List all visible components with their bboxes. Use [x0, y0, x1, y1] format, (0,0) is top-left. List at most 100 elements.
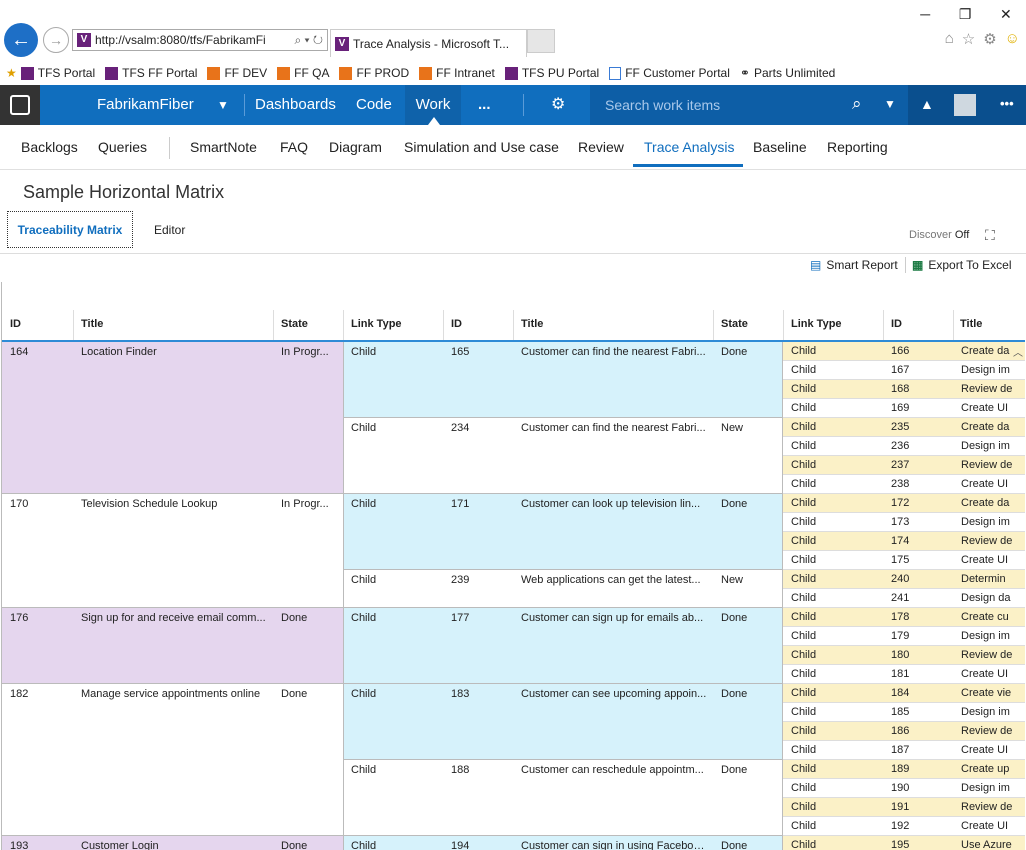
- task-title[interactable]: Review de: [961, 649, 1023, 661]
- task-link-type[interactable]: Child: [791, 763, 876, 775]
- task-link-type[interactable]: Child: [791, 782, 876, 794]
- task-title[interactable]: Review de: [961, 535, 1023, 547]
- column-header[interactable]: Title: [521, 318, 543, 330]
- task-title[interactable]: Use Azure: [961, 839, 1023, 850]
- task-id[interactable]: 187: [891, 744, 946, 756]
- close-icon[interactable]: ✕: [1000, 6, 1012, 26]
- task-id[interactable]: 181: [891, 668, 946, 680]
- task-title[interactable]: Create da: [961, 421, 1023, 433]
- task-id[interactable]: 241: [891, 592, 946, 604]
- feature-title[interactable]: Manage service appointments online: [81, 688, 269, 700]
- task-id[interactable]: 169: [891, 402, 946, 414]
- export-excel-button[interactable]: ▦ Export To Excel: [912, 258, 1012, 272]
- pbi-link-type[interactable]: Child: [351, 612, 436, 624]
- task-title[interactable]: Review de: [961, 383, 1023, 395]
- back-button[interactable]: ←: [4, 23, 38, 57]
- chevron-down-icon[interactable]: ▼: [217, 85, 229, 125]
- task-link-type[interactable]: Child: [791, 402, 876, 414]
- column-header[interactable]: ID: [10, 318, 21, 330]
- task-title[interactable]: Create UI: [961, 554, 1023, 566]
- fav-ff-qa[interactable]: FF QA: [277, 66, 329, 80]
- feature-id[interactable]: 193: [10, 840, 70, 850]
- task-link-type[interactable]: Child: [791, 535, 876, 547]
- column-header[interactable]: Title: [960, 318, 982, 330]
- pbi-title[interactable]: Web applications can get the latest...: [521, 574, 707, 586]
- tfs-logo-icon[interactable]: [0, 85, 40, 125]
- pbi-link-type[interactable]: Child: [351, 764, 436, 776]
- search-icon[interactable]: ⌕: [852, 94, 862, 114]
- minimize-icon[interactable]: ─: [920, 6, 930, 26]
- pbi-state[interactable]: Done: [721, 498, 779, 510]
- task-id[interactable]: 190: [891, 782, 946, 794]
- task-id[interactable]: 174: [891, 535, 946, 547]
- pbi-title[interactable]: Customer can sign up for emails ab...: [521, 612, 707, 624]
- task-link-type[interactable]: Child: [791, 687, 876, 699]
- fav-ff-customer-portal[interactable]: FF Customer Portal: [609, 66, 730, 80]
- tab-review[interactable]: Review: [578, 139, 624, 155]
- pbi-id[interactable]: 239: [451, 574, 506, 586]
- column-header[interactable]: State: [281, 318, 308, 330]
- task-id[interactable]: 191: [891, 801, 946, 813]
- pbi-id[interactable]: 177: [451, 612, 506, 624]
- star-icon[interactable]: ☆: [962, 30, 975, 50]
- task-link-type[interactable]: Child: [791, 630, 876, 642]
- fav-ff-intranet[interactable]: FF Intranet: [419, 66, 495, 80]
- task-title[interactable]: Create UI: [961, 402, 1023, 414]
- task-link-type[interactable]: Child: [791, 478, 876, 490]
- feature-id[interactable]: 164: [10, 346, 70, 358]
- task-title[interactable]: Create vie: [961, 687, 1023, 699]
- task-id[interactable]: 166: [891, 345, 946, 357]
- task-id[interactable]: 237: [891, 459, 946, 471]
- nav-more[interactable]: ...: [478, 85, 491, 125]
- home-icon[interactable]: ⌂: [945, 30, 954, 50]
- pbi-link-type[interactable]: Child: [351, 422, 436, 434]
- task-link-type[interactable]: Child: [791, 649, 876, 661]
- task-link-type[interactable]: Child: [791, 383, 876, 395]
- tab-diagram[interactable]: Diagram: [329, 139, 382, 155]
- task-title[interactable]: Create cu: [961, 611, 1023, 623]
- task-link-type[interactable]: Child: [791, 725, 876, 737]
- task-link-type[interactable]: Child: [791, 744, 876, 756]
- fav-ff-dev[interactable]: FF DEV: [207, 66, 267, 80]
- task-title[interactable]: Create UI: [961, 668, 1023, 680]
- feature-state[interactable]: Done: [281, 612, 339, 624]
- task-id[interactable]: 238: [891, 478, 946, 490]
- fav-tfs-portal[interactable]: TFS Portal: [20, 66, 95, 80]
- task-id[interactable]: 167: [891, 364, 946, 376]
- favorites-star-icon[interactable]: ★: [6, 66, 17, 80]
- task-link-type[interactable]: Child: [791, 421, 876, 433]
- fav-tfs-ff-portal[interactable]: TFS FF Portal: [105, 66, 197, 80]
- tab-queries[interactable]: Queries: [98, 139, 147, 155]
- feature-title[interactable]: Customer Login: [81, 840, 269, 850]
- pbi-title[interactable]: Customer can see upcoming appoin...: [521, 688, 707, 700]
- pbi-id[interactable]: 194: [451, 840, 506, 850]
- task-title[interactable]: Design da: [961, 592, 1023, 604]
- feature-title[interactable]: Television Schedule Lookup: [81, 498, 269, 510]
- task-title[interactable]: Design im: [961, 364, 1023, 376]
- task-title[interactable]: Create up: [961, 763, 1023, 775]
- task-title[interactable]: Design im: [961, 630, 1023, 642]
- forward-button[interactable]: →: [43, 27, 69, 53]
- task-link-type[interactable]: Child: [791, 706, 876, 718]
- tab-simulation[interactable]: Simulation and Use case: [404, 139, 559, 155]
- task-link-type[interactable]: Child: [791, 801, 876, 813]
- task-id[interactable]: 175: [891, 554, 946, 566]
- fav-parts-unlimited[interactable]: ⚭ Parts Unlimited: [740, 66, 835, 80]
- tab-reporting[interactable]: Reporting: [827, 139, 888, 155]
- gear-icon[interactable]: ⚙: [983, 30, 996, 50]
- pbi-state[interactable]: New: [721, 422, 779, 434]
- feature-id[interactable]: 176: [10, 612, 70, 624]
- feature-id[interactable]: 170: [10, 498, 70, 510]
- task-link-type[interactable]: Child: [791, 345, 876, 357]
- scroll-up-icon[interactable]: ︿: [1013, 344, 1023, 359]
- task-title[interactable]: Design im: [961, 516, 1023, 528]
- task-title[interactable]: Determin: [961, 573, 1023, 585]
- pbi-title[interactable]: Customer can sign in using Faceboo...: [521, 840, 707, 850]
- task-id[interactable]: 235: [891, 421, 946, 433]
- tab-editor[interactable]: Editor: [154, 223, 185, 237]
- search-input[interactable]: Search work items: [605, 97, 720, 113]
- address-bar[interactable]: V http://vsalm:8080/tfs/FabrikamFi ⌕ ▾ ↻: [72, 29, 328, 51]
- task-id[interactable]: 179: [891, 630, 946, 642]
- column-header[interactable]: ID: [891, 318, 902, 330]
- task-title[interactable]: Create UI: [961, 478, 1023, 490]
